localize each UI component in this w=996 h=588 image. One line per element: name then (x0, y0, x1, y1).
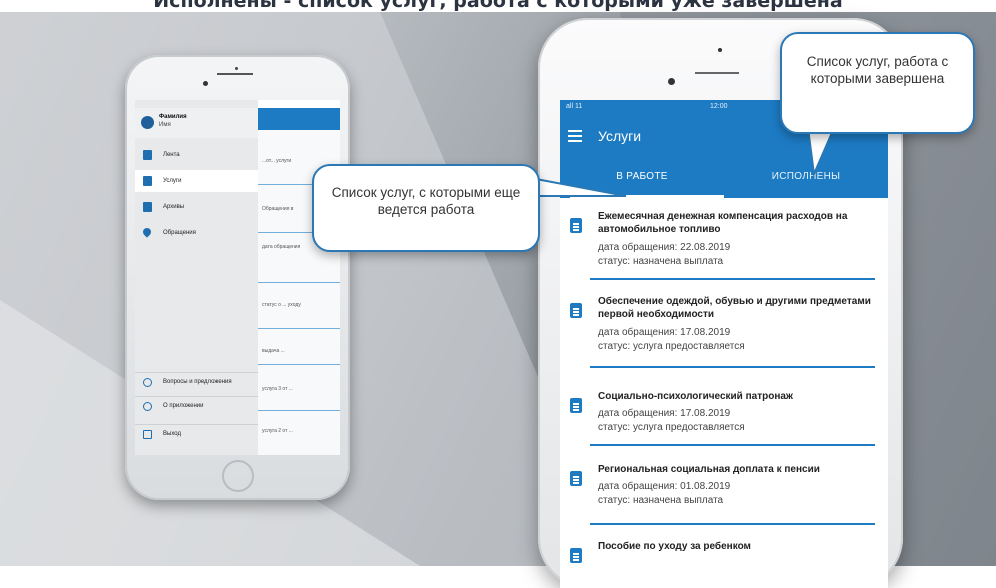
divider (258, 410, 340, 411)
service-title: Региональная социальная доплата к пенсии (598, 464, 820, 475)
service-date: дата обращения: 17.08.2019 (598, 408, 731, 419)
callout-in-work: Список услуг, с которыми еще ведется раб… (312, 164, 540, 252)
service-title: Обеспечение одеждой, обувью и другими пр… (598, 296, 871, 320)
location-pin-icon (141, 226, 153, 238)
clipboard-icon (570, 218, 582, 233)
service-status: статус: услуга предоставляется (598, 341, 745, 352)
drawer-item-label: Услуги (163, 178, 182, 184)
divider (590, 278, 875, 280)
drawer-item-feedback[interactable]: Вопросы и предложения (135, 372, 258, 393)
drawer-item-label: Вопросы и предложения (163, 379, 232, 385)
exit-icon (143, 430, 152, 439)
clipboard-icon (570, 303, 582, 318)
service-status: статус: назначена выплата (598, 256, 724, 267)
drawer-item-exit[interactable]: Выход (135, 424, 258, 445)
app-title: Услуги (598, 128, 642, 144)
help-icon (143, 378, 152, 387)
list-item[interactable]: Обеспечение одеждой, обувью и другими пр… (560, 293, 888, 368)
list-item[interactable]: Пособие по уходу за ребенком (560, 538, 888, 568)
callout-tail (806, 128, 836, 178)
drawer-item-about[interactable]: О приложении (135, 396, 258, 417)
background-appbar (258, 108, 340, 130)
phone-speaker (217, 73, 253, 75)
background-list: ...от... услуги Обращения в дата обращен… (258, 108, 340, 455)
divider (258, 364, 340, 365)
drawer-item-label: Выход (163, 431, 181, 437)
service-status: статус: назначена выплата (598, 495, 724, 506)
nav-drawer: Фамилия Имя Лента Услуги Архивы Обращени… (135, 100, 258, 455)
drawer-item-requests[interactable]: Обращения (135, 222, 258, 244)
drawer-item-uslugi[interactable]: Услуги (135, 170, 258, 192)
phone-sensor (235, 67, 238, 70)
clipboard-icon (143, 176, 152, 186)
drawer-item-label: Лента (163, 152, 180, 158)
service-title: Пособие по уходу за ребенком (598, 541, 751, 552)
divider (258, 328, 340, 329)
book-icon (143, 202, 152, 212)
divider (590, 523, 875, 525)
clipboard-icon (570, 548, 582, 563)
service-date: дата обращения: 22.08.2019 (598, 242, 731, 253)
small-phone-screen: ...от... услуги Обращения в дата обращен… (135, 100, 340, 455)
drawer-item-label: Архивы (163, 204, 185, 210)
status-time: 12:00 (710, 103, 728, 110)
user-name: Фамилия (159, 114, 187, 120)
service-status: статус: услуга предоставляется (598, 422, 745, 433)
divider (258, 282, 340, 283)
phone-speaker (695, 72, 739, 74)
drawer-item-archives[interactable]: Архивы (135, 196, 258, 218)
calendar-icon (143, 150, 152, 160)
phone-camera (668, 78, 675, 85)
home-button[interactable] (222, 460, 254, 492)
signal-indicator: all 11 (566, 103, 583, 110)
service-title: Ежемесячная денежная компенсация расходо… (598, 211, 848, 235)
clipboard-icon (570, 398, 582, 413)
phone-sensor (718, 48, 722, 52)
divider (590, 444, 875, 446)
page-title: Исполнены - список услуг, работа с котор… (153, 0, 843, 12)
snippet: услуга 2 от ... (262, 428, 293, 434)
list-item[interactable]: Ежемесячная денежная компенсация расходо… (560, 208, 888, 278)
user-avatar-icon (141, 116, 154, 129)
service-date: дата обращения: 17.08.2019 (598, 327, 731, 338)
info-icon (143, 402, 152, 411)
service-title: Социально-психологический патронаж (598, 391, 794, 402)
hamburger-menu-icon[interactable] (568, 130, 582, 142)
divider (590, 366, 875, 368)
list-item[interactable]: Региональная социальная доплата к пенсии… (560, 461, 888, 521)
snippet: выдача ... (262, 348, 285, 354)
snippet: статус о ... уходу (262, 302, 301, 308)
service-date: дата обращения: 01.08.2019 (598, 481, 731, 492)
drawer-header: Фамилия Имя (135, 108, 258, 138)
snippet: услуга 3 от ... (262, 386, 293, 392)
list-item[interactable]: Социально-психологический патронаж дата … (560, 388, 888, 448)
clipboard-icon (570, 471, 582, 486)
drawer-item-label: О приложении (163, 403, 204, 409)
drawer-item-label: Обращения (163, 230, 196, 236)
user-first-name: Имя (159, 122, 171, 128)
callout-done: Список услуг, работа с которыми завершен… (780, 32, 975, 134)
phone-camera (203, 81, 208, 86)
drawer-item-lenta[interactable]: Лента (135, 144, 258, 166)
small-phone: ...от... услуги Обращения в дата обращен… (125, 55, 350, 500)
